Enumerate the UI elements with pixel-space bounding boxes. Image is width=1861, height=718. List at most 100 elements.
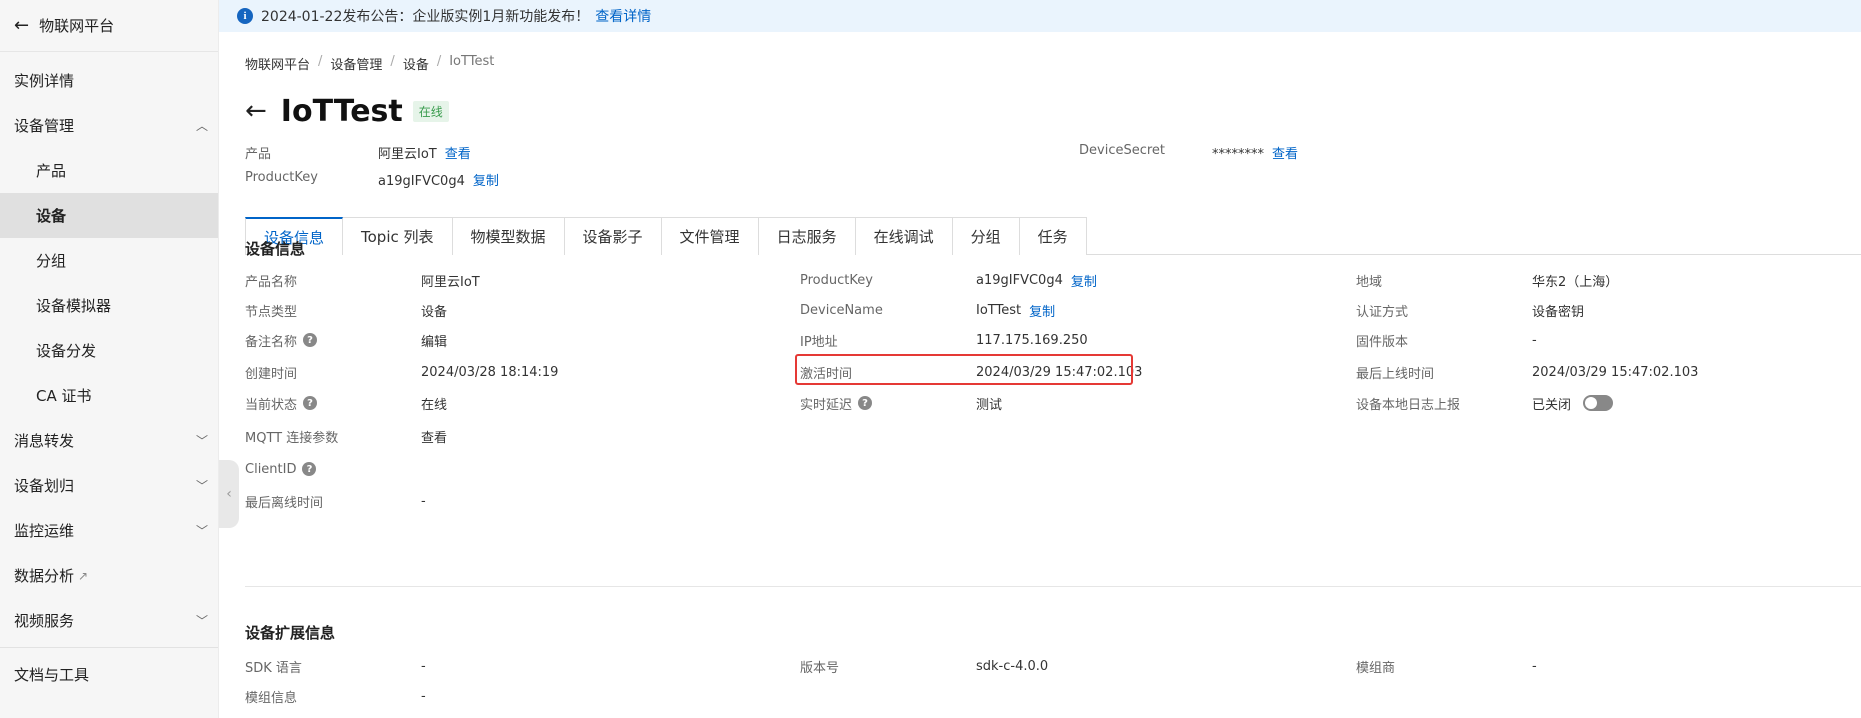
chevron-down-icon: ﹀ (195, 434, 208, 448)
sidebar-item-label: 设备分发 (36, 342, 97, 360)
sidebar-item-video[interactable]: 视频服务 ﹀ (0, 598, 218, 643)
field-value: 已关闭 (1532, 397, 1572, 413)
tab-device-shadow[interactable]: 设备影子 (563, 217, 662, 255)
sidebar-item-data-analysis[interactable]: 数据分析 ↗ (0, 553, 218, 598)
sidebar-item-label: 设备管理 (14, 117, 75, 135)
field-value: IoTTest (976, 302, 1022, 318)
field-value: 华东2（上海） (1532, 274, 1619, 290)
field-value: - (1532, 332, 1537, 348)
highlight-box (795, 354, 1133, 385)
sidebar-item-distribution[interactable]: 设备分发 (0, 328, 218, 373)
field-value: 2024/03/28 18:14:19 (421, 364, 559, 380)
breadcrumb-separator: / (436, 54, 442, 69)
announcement-text: 2024-01-22发布公告：企业版实例1月新功能发布！ (261, 9, 590, 25)
field-label: SDK 语言 (245, 660, 302, 676)
info-icon: i (237, 8, 253, 24)
field-local-log: 设备本地日志上报 已关闭 (1356, 393, 1614, 413)
sidebar-item-device-mgmt[interactable]: 设备管理 ︿ (0, 103, 218, 148)
meta-label: DeviceSecret (1079, 143, 1166, 158)
copy-devicename-link[interactable]: 复制 (1029, 301, 1055, 320)
field-value: - (1532, 658, 1537, 674)
field-value: - (421, 688, 426, 704)
field-label: 认证方式 (1356, 304, 1409, 320)
sidebar-item-product[interactable]: 产品 (0, 148, 218, 193)
section-ext-info-title: 设备扩展信息 (245, 624, 336, 642)
field-value: - (421, 493, 426, 509)
tab-group[interactable]: 分组 (951, 217, 1020, 255)
sidebar-item-label: 产品 (36, 162, 67, 180)
sidebar-item-message-forward[interactable]: 消息转发 ﹀ (0, 418, 218, 463)
arrow-left-icon[interactable]: ← (245, 96, 267, 126)
breadcrumb-current: IoTTest (449, 54, 495, 69)
field-node-type: 节点类型 设备 (245, 300, 447, 320)
sidebar-item-label: CA 证书 (36, 387, 92, 405)
sidebar-item-device[interactable]: 设备 (0, 193, 218, 238)
test-latency-link[interactable]: 测试 (976, 394, 1002, 413)
meta-value: 阿里云IoT (378, 147, 437, 162)
edit-remark-link[interactable]: 编辑 (421, 331, 447, 350)
field-mqtt: MQTT 连接参数 查看 (245, 426, 447, 446)
announcement-bar: i 2024-01-22发布公告：企业版实例1月新功能发布！ 查看详情 (219, 0, 1861, 32)
help-icon[interactable]: ? (858, 396, 873, 410)
field-product-name: 产品名称 阿里云IoT (245, 270, 480, 290)
sidebar-item-device-assign[interactable]: 设备划归 ﹀ (0, 463, 218, 508)
sidebar-item-ca-cert[interactable]: CA 证书 (0, 373, 218, 418)
field-label: MQTT 连接参数 (245, 430, 339, 446)
field-label: IP地址 (800, 334, 838, 350)
tab-online-debug[interactable]: 在线调试 (854, 217, 953, 255)
local-log-toggle[interactable] (1583, 395, 1614, 411)
field-value: a19gIFVC0g4 (976, 272, 1063, 288)
tab-log-service[interactable]: 日志服务 (757, 217, 856, 255)
view-mqtt-link[interactable]: 查看 (421, 427, 447, 446)
field-clientid: ClientID? (245, 459, 421, 479)
field-value: 117.175.169.250 (976, 332, 1088, 348)
copy-productkey-link[interactable]: 复制 (473, 174, 499, 189)
announcement-link[interactable]: 查看详情 (595, 6, 651, 26)
sidebar-item-instance[interactable]: 实例详情 (0, 58, 218, 103)
meta-label: 产品 (245, 147, 272, 162)
back-label: 物联网平台 (39, 17, 115, 35)
view-secret-link[interactable]: 查看 (1272, 147, 1298, 162)
sidebar-item-docs-tools[interactable]: 文档与工具 (0, 652, 218, 697)
sidebar-collapse-handle[interactable]: ‹ (219, 460, 239, 528)
tab-file-mgmt[interactable]: 文件管理 (660, 217, 759, 255)
sidebar-item-simulator[interactable]: 设备模拟器 (0, 283, 218, 328)
back-to-platform[interactable]: ← 物联网平台 (0, 0, 218, 52)
field-value: 在线 (421, 397, 448, 413)
field-label: 设备本地日志上报 (1356, 397, 1461, 413)
field-value: sdk-c-4.0.0 (976, 658, 1049, 674)
status-badge: 在线 (412, 100, 449, 122)
sidebar-item-group[interactable]: 分组 (0, 238, 218, 283)
help-icon[interactable]: ? (302, 462, 317, 476)
sidebar-item-label: 消息转发 (14, 432, 75, 450)
tab-topic-list[interactable]: Topic 列表 (342, 217, 453, 255)
breadcrumb-separator: / (318, 54, 323, 69)
tab-task[interactable]: 任务 (1018, 217, 1087, 255)
breadcrumb-item[interactable]: 物联网平台 (245, 54, 310, 73)
field-label: 实时延迟 (800, 397, 853, 413)
help-icon[interactable]: ? (303, 333, 318, 347)
field-value: 设备 (421, 304, 448, 320)
field-last-online: 最后上线时间 2024/03/29 15:47:02.103 (1356, 362, 1698, 382)
chevron-down-icon: ﹀ (195, 524, 208, 538)
chevron-down-icon: ﹀ (195, 614, 208, 628)
breadcrumb-item[interactable]: 设备管理 (330, 54, 382, 73)
sidebar-item-label: 监控运维 (14, 522, 75, 540)
field-label: 创建时间 (245, 366, 298, 382)
tab-thing-model[interactable]: 物模型数据 (451, 217, 565, 255)
breadcrumb-item[interactable]: 设备 (403, 54, 429, 73)
help-icon[interactable]: ? (303, 396, 318, 410)
field-label: 当前状态 (245, 397, 298, 413)
sidebar-item-label: 分组 (36, 252, 67, 270)
field-label: 地域 (1356, 274, 1383, 290)
view-product-link[interactable]: 查看 (445, 147, 471, 162)
sidebar-item-label: 文档与工具 (14, 666, 90, 684)
sidebar: ← 物联网平台 实例详情 设备管理 ︿ 产品 设备 分组 设备模拟器 设备分发 C… (0, 0, 219, 718)
sidebar-item-monitor[interactable]: 监控运维 ﹀ (0, 508, 218, 553)
field-label: 最后离线时间 (245, 495, 324, 511)
copy-productkey-link[interactable]: 复制 (1071, 271, 1097, 290)
sidebar-divider (0, 647, 218, 648)
meta-label: ProductKey (245, 170, 318, 185)
field-region: 地域 华东2（上海） (1356, 270, 1618, 290)
field-label: 版本号 (800, 660, 840, 676)
